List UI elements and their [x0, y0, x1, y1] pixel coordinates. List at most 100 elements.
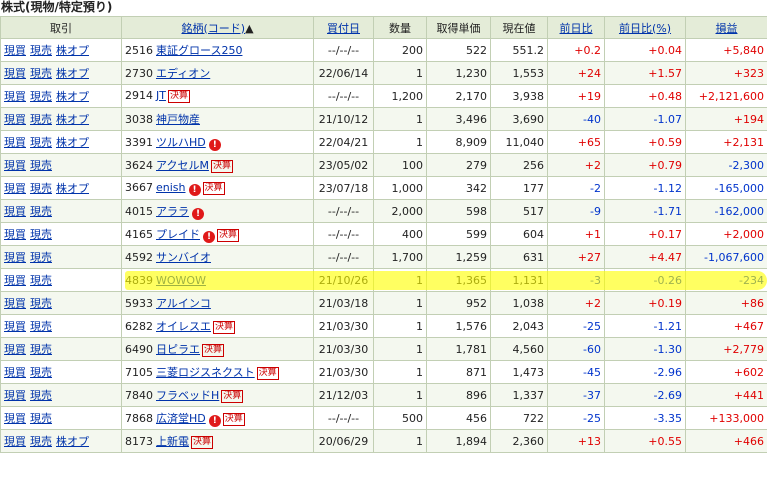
- buy-link[interactable]: 現買: [4, 159, 26, 172]
- sort-date-link[interactable]: 買付日: [327, 22, 360, 35]
- alert-icon[interactable]: !: [208, 414, 221, 427]
- cell-change: +27: [547, 245, 605, 269]
- option-link[interactable]: 株オプ: [56, 182, 89, 195]
- stock-name-link[interactable]: アルインコ: [156, 297, 211, 310]
- cell-cost: 952: [426, 291, 491, 315]
- sell-link[interactable]: 現売: [30, 205, 52, 218]
- buy-link[interactable]: 現買: [4, 67, 26, 80]
- table-row: 現買 現売 4165 プレイド! 決算 --/--/-- 400 599 604 +1 +0.17 +…: [0, 222, 767, 246]
- stock-code: 6282: [125, 320, 153, 333]
- cell-qty: 1: [373, 337, 427, 361]
- cell-qty: 500: [373, 406, 427, 430]
- stock-code: 2730: [125, 67, 153, 80]
- stock-name-link[interactable]: 広済堂HD: [156, 412, 206, 425]
- stock-code: 2914: [125, 89, 153, 102]
- stock-name-link[interactable]: WOWOW: [156, 274, 206, 287]
- stock-code: 3667: [125, 180, 153, 194]
- sell-link[interactable]: 現売: [30, 182, 52, 195]
- alert-icon[interactable]: !: [208, 138, 221, 151]
- buy-link[interactable]: 現買: [4, 251, 26, 264]
- stock-name-link[interactable]: フラベッドH: [156, 389, 219, 402]
- sell-link[interactable]: 現売: [30, 67, 52, 80]
- cell-name: 7868 広済堂HD! 決算: [121, 406, 314, 430]
- sell-link[interactable]: 現売: [30, 274, 52, 287]
- stock-name-link[interactable]: 上新電: [156, 435, 189, 448]
- cell-actions: 現買 現売: [0, 383, 122, 407]
- cell-pl: +466: [685, 429, 767, 453]
- alert-icon[interactable]: !: [192, 207, 204, 220]
- buy-link[interactable]: 現買: [4, 343, 26, 356]
- sort-pl-link[interactable]: 損益: [716, 22, 738, 35]
- buy-link[interactable]: 現買: [4, 389, 26, 402]
- buy-link[interactable]: 現買: [4, 412, 26, 425]
- stock-name-link[interactable]: アララ: [156, 205, 189, 218]
- option-link[interactable]: 株オプ: [56, 113, 89, 126]
- sell-link[interactable]: 現売: [30, 136, 52, 149]
- buy-link[interactable]: 現買: [4, 297, 26, 310]
- earnings-badge: 決算: [217, 228, 240, 242]
- stock-name-link[interactable]: JT: [156, 89, 166, 102]
- stock-name-link[interactable]: enish: [156, 181, 186, 194]
- stock-name-link[interactable]: オイレスエ: [156, 320, 211, 333]
- stock-name-link[interactable]: プレイド: [156, 228, 200, 241]
- sort-name-link[interactable]: 銘柄(コード): [181, 22, 245, 35]
- option-link[interactable]: 株オプ: [56, 44, 89, 57]
- sort-change-link[interactable]: 前日比: [560, 22, 593, 35]
- sell-link[interactable]: 現売: [30, 435, 52, 448]
- cell-date: --/--/--: [313, 406, 374, 430]
- header-change-pct[interactable]: 前日比(%): [604, 16, 686, 39]
- table-row: 現買 現売 5933 アルインコ 21/03/18 1 952 1,038 +2 +0.19 +86: [0, 291, 767, 315]
- header-date[interactable]: 買付日: [313, 16, 374, 39]
- header-pl[interactable]: 損益: [685, 16, 767, 39]
- cell-change-pct: +1.57: [604, 61, 686, 85]
- sell-link[interactable]: 現売: [30, 228, 52, 241]
- stock-name-link[interactable]: 日ピラエ: [156, 343, 200, 356]
- buy-link[interactable]: 現買: [4, 113, 26, 126]
- header-change[interactable]: 前日比: [547, 16, 605, 39]
- sell-link[interactable]: 現売: [30, 320, 52, 333]
- alert-icon[interactable]: !: [188, 183, 201, 196]
- cell-change: -25: [547, 314, 605, 338]
- sell-link[interactable]: 現売: [30, 90, 52, 103]
- buy-link[interactable]: 現買: [4, 228, 26, 241]
- cell-name: 7105 三菱ロジスネクスト 決算: [121, 360, 314, 384]
- buy-link[interactable]: 現買: [4, 274, 26, 287]
- sell-link[interactable]: 現売: [30, 366, 52, 379]
- header-name[interactable]: 銘柄(コード)▲: [121, 16, 314, 39]
- cell-change-pct: -2.96: [604, 360, 686, 384]
- sell-link[interactable]: 現売: [30, 343, 52, 356]
- cell-name: 7840 フラベッドH 決算: [121, 383, 314, 407]
- stock-name-link[interactable]: 三菱ロジスネクスト: [156, 366, 255, 379]
- alert-icon[interactable]: !: [203, 230, 215, 243]
- buy-link[interactable]: 現買: [4, 320, 26, 333]
- buy-link[interactable]: 現買: [4, 205, 26, 218]
- stock-name-link[interactable]: 東証グロース250: [156, 44, 242, 57]
- cell-price: 3,690: [490, 107, 548, 131]
- stock-name-link[interactable]: ツルハHD: [156, 136, 206, 149]
- option-link[interactable]: 株オプ: [56, 136, 89, 149]
- sell-link[interactable]: 現売: [30, 412, 52, 425]
- sell-link[interactable]: 現売: [30, 159, 52, 172]
- sell-link[interactable]: 現売: [30, 113, 52, 126]
- cell-qty: 1: [373, 130, 427, 154]
- sell-link[interactable]: 現売: [30, 297, 52, 310]
- buy-link[interactable]: 現買: [4, 366, 26, 379]
- option-link[interactable]: 株オプ: [56, 67, 89, 80]
- sell-link[interactable]: 現売: [30, 251, 52, 264]
- stock-name-link[interactable]: アクセルM: [156, 159, 209, 172]
- buy-link[interactable]: 現買: [4, 90, 26, 103]
- buy-link[interactable]: 現買: [4, 435, 26, 448]
- sell-link[interactable]: 現売: [30, 389, 52, 402]
- option-link[interactable]: 株オプ: [56, 435, 89, 448]
- stock-name-link[interactable]: 神戸物産: [156, 113, 200, 126]
- buy-link[interactable]: 現買: [4, 136, 26, 149]
- stock-name-link[interactable]: サンバイオ: [156, 251, 211, 264]
- buy-link[interactable]: 現買: [4, 44, 26, 57]
- sell-link[interactable]: 現売: [30, 44, 52, 57]
- earnings-badge: 決算: [256, 367, 279, 380]
- sort-change-pct-link[interactable]: 前日比(%): [619, 22, 671, 35]
- stock-name-link[interactable]: エディオン: [156, 67, 210, 80]
- buy-link[interactable]: 現買: [4, 182, 26, 195]
- cell-name: 2914 JT 決算: [121, 84, 314, 108]
- option-link[interactable]: 株オプ: [56, 90, 89, 103]
